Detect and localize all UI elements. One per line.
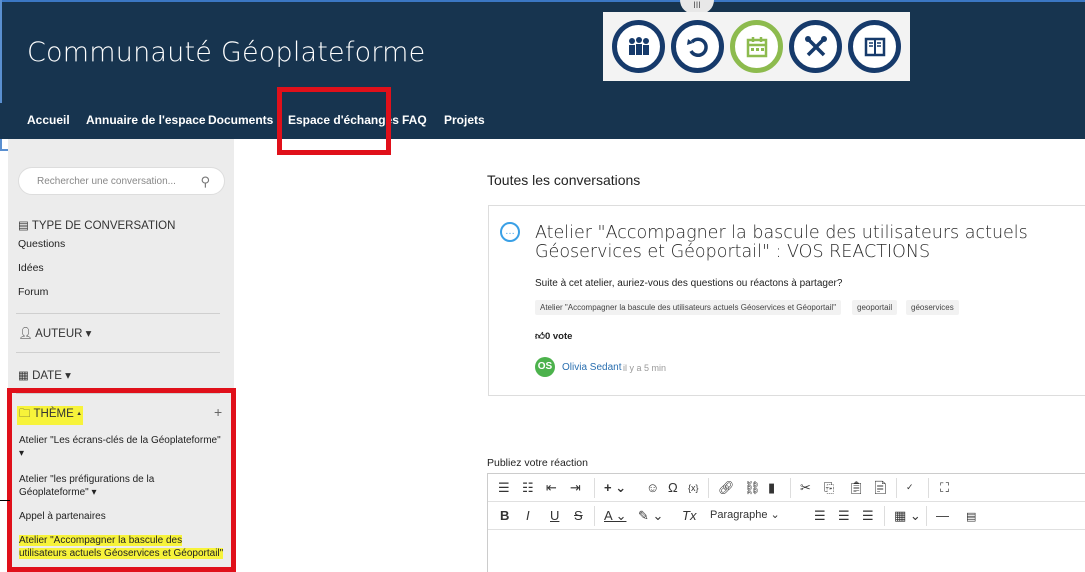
underline-icon[interactable]: U — [550, 508, 559, 523]
frame-border — [0, 0, 1085, 2]
align-center-icon[interactable]: ☰ — [838, 508, 850, 524]
annotation-highlight-box — [277, 87, 391, 155]
source-icon[interactable]: ▤ — [966, 510, 976, 523]
type-filter-title[interactable]: ▤ TYPE DE CONVERSATION — [18, 218, 175, 232]
filter-item-questions[interactable]: Questions — [18, 238, 65, 250]
date-filter-toggle[interactable]: ▦ DATE ▾ — [18, 368, 71, 382]
toolbar-separator — [708, 478, 709, 498]
site-title[interactable]: Communauté Géoplateforme — [27, 37, 425, 68]
bullet-list-icon[interactable]: ☰ — [498, 480, 510, 496]
numbered-list-icon[interactable]: ☷ — [522, 480, 534, 496]
tag-chip[interactable]: Atelier "Accompagner la bascule des util… — [535, 300, 842, 315]
caret-down-icon: ▾ — [82, 328, 92, 340]
paste-text-icon[interactable]: 📄︎ — [872, 480, 889, 496]
conversation-description: Suite à cet atelier, auriez-vous des que… — [535, 278, 843, 289]
editor-toolbar-row: ☰ ☷ ⇤ ⇥ + ⌄ ☺ Ω {x} 🔗︎ ⛓︎ ▮ ✂ ⎘ 📋︎ 📄︎ ✓ … — [488, 474, 1085, 502]
conversation-title[interactable]: Atelier "Accompagner la bascule des util… — [535, 224, 1075, 262]
search-placeholder: Rechercher une conversation... — [37, 176, 176, 187]
strikethrough-icon[interactable]: S — [574, 508, 583, 523]
calendar-small-icon: ▦ — [18, 370, 33, 382]
page-title: Toutes les conversations — [487, 172, 641, 188]
list-icon: ▤ — [18, 220, 32, 232]
fullscreen-icon[interactable]: ⛶ — [940, 480, 949, 496]
thumbs-up-icon: 👍︎ — [535, 331, 545, 342]
toolbar-separator — [896, 478, 897, 498]
refresh-icon[interactable] — [671, 20, 724, 73]
filter-item-idees[interactable]: Idées — [18, 262, 44, 274]
horizontal-rule-icon[interactable]: — — [936, 508, 949, 523]
spellcheck-icon[interactable]: ✓ — [906, 482, 914, 493]
nav-item-documents[interactable]: Documents — [208, 113, 273, 127]
calendar-icon[interactable] — [730, 20, 783, 73]
variable-icon[interactable]: {x} — [688, 483, 699, 493]
nav-item-projets[interactable]: Projets — [444, 113, 485, 127]
toolbar-separator — [884, 506, 885, 526]
chat-bubble-icon: … — [500, 222, 520, 242]
frame-border — [0, 500, 10, 501]
emoji-icon[interactable]: ☺ — [646, 480, 659, 495]
bookmark-icon[interactable]: ▮ — [768, 480, 775, 496]
link-icon[interactable]: 🔗︎ — [718, 480, 735, 496]
outdent-icon[interactable]: ⇤ — [546, 480, 557, 496]
toolbar-separator — [926, 506, 927, 526]
table-icon[interactable]: ▦ ⌄ — [894, 508, 921, 524]
unlink-icon[interactable]: ⛓︎ — [744, 480, 761, 496]
format-select[interactable]: Paragraphe ⌄ — [710, 508, 780, 521]
author-link[interactable]: Olivia Sedant — [562, 362, 621, 373]
text-color-icon[interactable]: A ⌄ — [604, 508, 626, 524]
vote-count[interactable]: 👍︎0 vote — [535, 330, 572, 342]
post-time: il y a 5 min — [623, 363, 667, 373]
conversation-card[interactable]: … Atelier "Accompagner la bascule des ut… — [488, 205, 1085, 396]
reply-label: Publiez votre réaction — [487, 457, 588, 469]
community-icon[interactable] — [612, 20, 665, 73]
align-right-icon[interactable]: ☰ — [862, 508, 874, 524]
align-left-icon[interactable]: ☰ — [814, 508, 826, 524]
editor-toolbar-row: B I U S A ⌄ ✎ ⌄ Tx Paragraphe ⌄ ☰ ☰ ☰ ▦ … — [488, 502, 1085, 530]
toolbar-separator — [790, 478, 791, 498]
insert-icon[interactable]: + ⌄ — [604, 480, 626, 496]
reply-editor[interactable]: ☰ ☷ ⇤ ⇥ + ⌄ ☺ Ω {x} 🔗︎ ⛓︎ ▮ ✂ ⎘ 📋︎ 📄︎ ✓ … — [487, 473, 1085, 572]
avatar: OS — [535, 357, 555, 377]
chevron-down-icon: ⌄ — [767, 509, 780, 521]
search-icon[interactable]: ⚲ — [200, 174, 210, 190]
caret-down-icon: ▾ — [61, 370, 71, 382]
tag-chip[interactable]: géoservices — [906, 300, 959, 315]
app-header: Communauté Géoplateforme III — [0, 0, 1085, 150]
toolbar-separator — [928, 478, 929, 498]
author-filter-toggle[interactable]: 👤︎ AUTEUR ▾ — [18, 326, 91, 340]
paste-icon[interactable]: 📋︎ — [848, 480, 865, 496]
divider — [16, 352, 220, 353]
toolbar-separator — [594, 478, 595, 498]
special-char-icon[interactable]: Ω — [668, 480, 678, 495]
cut-icon[interactable]: ✂ — [800, 480, 811, 496]
tools-icon[interactable] — [789, 20, 842, 73]
indent-icon[interactable]: ⇥ — [570, 480, 581, 496]
search-input[interactable]: Rechercher une conversation... ⚲ — [18, 167, 225, 195]
nav-item-faq[interactable]: FAQ — [402, 113, 427, 127]
user-icon: 👤︎ — [18, 328, 36, 340]
annotation-highlight-box — [7, 388, 236, 572]
nav-item-accueil[interactable]: Accueil — [27, 113, 70, 127]
clear-format-icon[interactable]: Tx — [682, 508, 696, 523]
quick-icons-bar — [603, 12, 910, 81]
italic-icon[interactable]: I — [526, 508, 530, 523]
bold-icon[interactable]: B — [500, 508, 509, 523]
copy-icon[interactable]: ⎘ — [824, 480, 834, 496]
toolbar-separator — [594, 506, 595, 526]
filter-item-forum[interactable]: Forum — [18, 286, 48, 298]
highlight-color-icon[interactable]: ✎ ⌄ — [638, 508, 663, 524]
nav-item-annuaire[interactable]: Annuaire de l'espace — [86, 113, 206, 127]
divider — [16, 313, 220, 314]
tag-chip[interactable]: geoportail — [852, 300, 898, 315]
book-icon[interactable] — [848, 20, 901, 73]
main-nav: Accueil Annuaire de l'espace Documents E… — [0, 103, 1085, 139]
